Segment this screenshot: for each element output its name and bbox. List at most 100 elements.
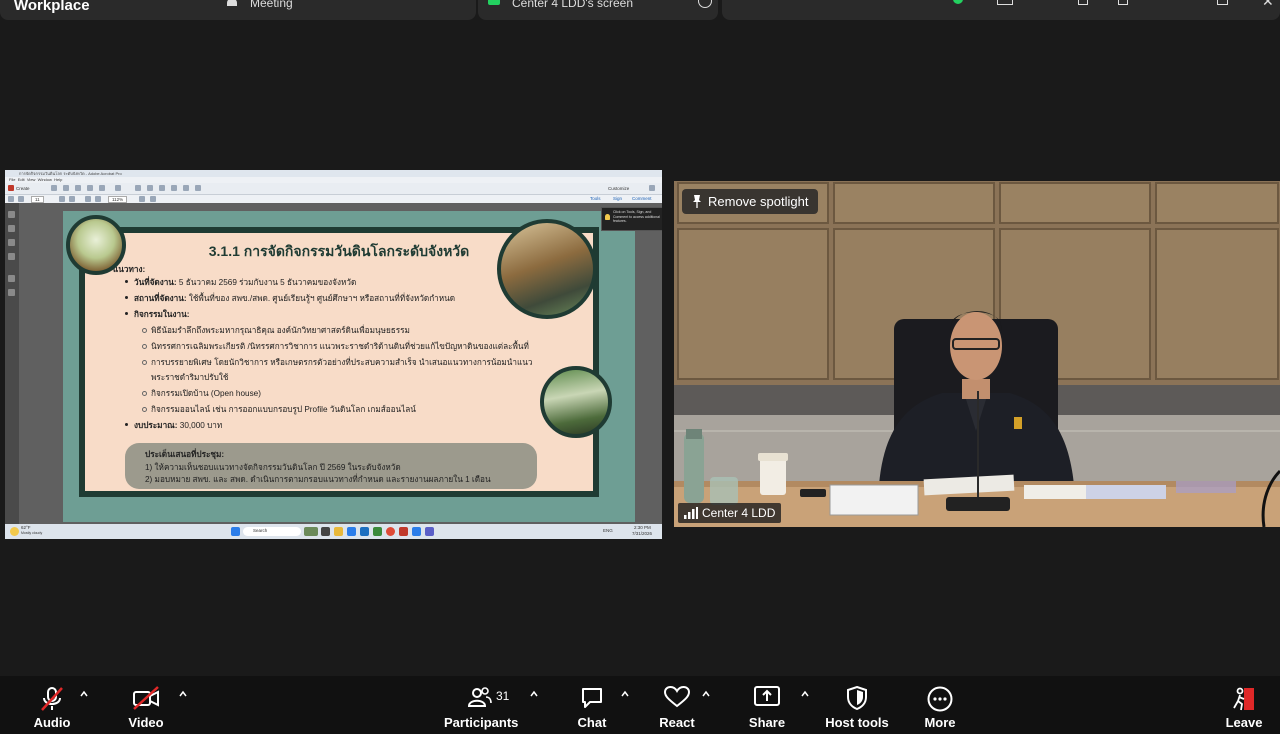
fit-page-icon[interactable] bbox=[139, 196, 145, 202]
customize-button[interactable]: Customize bbox=[608, 186, 629, 191]
weather-icon[interactable] bbox=[10, 527, 19, 536]
acrobat-tooltip: Click on Tools, Sign, and Comment to acc… bbox=[601, 207, 662, 231]
zoom-out-icon[interactable] bbox=[85, 196, 91, 202]
menu-help[interactable]: Help bbox=[54, 177, 62, 182]
pen-icon[interactable] bbox=[1078, 0, 1088, 5]
audio-options-chevron-up-icon[interactable] bbox=[80, 690, 88, 698]
file-explorer-icon[interactable] bbox=[334, 527, 343, 536]
language-indicator[interactable]: ENG bbox=[603, 528, 613, 533]
chat-options-chevron-up-icon[interactable] bbox=[621, 690, 629, 698]
remove-spotlight-label: Remove spotlight bbox=[708, 194, 809, 209]
weather-temp[interactable]: 62°F bbox=[21, 525, 31, 530]
proposal-item: 2) มอบหมาย สพข. และ สพด. ดำเนินการตามกรอ… bbox=[145, 475, 491, 484]
menu-edit[interactable]: Edit bbox=[18, 177, 25, 182]
more-options-icon bbox=[927, 686, 953, 712]
menu-view[interactable]: View bbox=[27, 177, 36, 182]
teams-icon[interactable] bbox=[425, 527, 434, 536]
zoom-in-icon[interactable] bbox=[95, 196, 101, 202]
share-options-chevron-up-icon[interactable] bbox=[801, 690, 809, 698]
signatures-icon[interactable] bbox=[8, 253, 15, 260]
more-button[interactable]: More bbox=[918, 676, 962, 734]
form-icon[interactable] bbox=[183, 185, 189, 191]
tab-tools[interactable]: Tools bbox=[590, 196, 601, 201]
close-icon[interactable]: ✕ bbox=[1262, 0, 1274, 10]
share-source-label[interactable]: Center 4 LDD's screen bbox=[512, 0, 633, 10]
acrobat-toolbar: Create Customize bbox=[5, 183, 662, 195]
remove-spotlight-button[interactable]: Remove spotlight bbox=[682, 189, 819, 214]
stamp-icon[interactable] bbox=[159, 185, 165, 191]
start-icon[interactable] bbox=[231, 527, 240, 536]
participants-button[interactable]: 31 Participants bbox=[444, 676, 518, 734]
participant-count: 31 bbox=[496, 689, 510, 703]
taskbar-search[interactable]: Search bbox=[243, 527, 301, 536]
page-number-field[interactable]: 11 bbox=[31, 196, 44, 203]
save-icon[interactable] bbox=[63, 185, 69, 191]
store-icon[interactable] bbox=[360, 527, 369, 536]
create-button[interactable]: Create bbox=[16, 186, 30, 191]
next-page-icon[interactable] bbox=[18, 196, 24, 202]
video-button[interactable]: Video bbox=[124, 676, 168, 734]
email-icon[interactable] bbox=[87, 185, 93, 191]
edge-icon[interactable] bbox=[347, 527, 356, 536]
audio-button[interactable]: Audio bbox=[30, 676, 74, 734]
participant-video-image bbox=[674, 181, 1280, 527]
app-brand: Workplace bbox=[14, 0, 90, 14]
create-icon[interactable] bbox=[8, 185, 14, 191]
share-label: Share bbox=[748, 715, 786, 730]
excel-icon[interactable] bbox=[373, 527, 382, 536]
settings-icon[interactable] bbox=[99, 185, 105, 191]
open-icon[interactable] bbox=[51, 185, 57, 191]
meeting-label[interactable]: Meeting bbox=[250, 0, 293, 10]
hand-tool-icon[interactable] bbox=[69, 196, 75, 202]
view-mode-icon[interactable] bbox=[997, 0, 1013, 5]
react-options-chevron-up-icon[interactable] bbox=[702, 690, 710, 698]
widgets-icon[interactable] bbox=[304, 527, 318, 536]
chrome-icon[interactable] bbox=[386, 527, 395, 536]
tags-icon[interactable] bbox=[8, 289, 15, 296]
participants-options-chevron-up-icon[interactable] bbox=[530, 690, 538, 698]
comment-icon[interactable] bbox=[135, 185, 141, 191]
layers-icon[interactable] bbox=[8, 275, 15, 282]
markup-icon[interactable] bbox=[115, 185, 121, 191]
sign-icon[interactable] bbox=[195, 185, 201, 191]
host-tools-button[interactable]: Host tools bbox=[822, 676, 892, 734]
bookmarks-icon[interactable] bbox=[8, 225, 15, 232]
chat-button[interactable]: Chat bbox=[570, 676, 614, 734]
activity-item: กิจกรรมออนไลน์ เช่น การออกแบบกรอบรูป Pro… bbox=[151, 405, 416, 414]
menu-file[interactable]: File bbox=[9, 177, 15, 182]
expand-icon[interactable] bbox=[649, 185, 655, 191]
clock-time[interactable]: 2:30 PM bbox=[634, 525, 651, 530]
zoom-field[interactable]: 112% bbox=[108, 196, 128, 203]
print-icon[interactable] bbox=[75, 185, 81, 191]
clock-date[interactable]: 7/31/2026 bbox=[632, 531, 652, 536]
highlight-icon[interactable] bbox=[147, 185, 153, 191]
attach-icon[interactable] bbox=[171, 185, 177, 191]
react-button[interactable]: React bbox=[655, 676, 699, 734]
task-view-icon[interactable] bbox=[321, 527, 330, 536]
leave-button[interactable]: Leave bbox=[1222, 676, 1266, 734]
tab-comment[interactable]: Comment bbox=[632, 196, 652, 201]
pin-icon bbox=[693, 195, 701, 208]
shared-screen[interactable]: การจัดกิจกรรมวันดินโลก ระดับจังหวัด - Ad… bbox=[5, 170, 662, 539]
leave-door-icon bbox=[1233, 687, 1254, 711]
prev-page-icon[interactable] bbox=[8, 196, 14, 202]
zoom-app-icon[interactable] bbox=[412, 527, 421, 536]
share-screen-icon bbox=[754, 686, 780, 706]
read-mode-icon[interactable] bbox=[150, 196, 156, 202]
thumbnails-icon[interactable] bbox=[8, 211, 15, 218]
venue-line: สถานที่จัดงาน: ใช้พื้นที่ของ สพข./สพด. ศ… bbox=[134, 292, 455, 305]
acrobat-icon[interactable] bbox=[399, 527, 408, 536]
participant-video-tile[interactable]: Remove spotlight Center 4 LDD bbox=[674, 181, 1280, 527]
bullet-icon bbox=[125, 280, 128, 283]
popout-icon[interactable] bbox=[1217, 0, 1228, 5]
select-tool-icon[interactable] bbox=[59, 196, 65, 202]
video-options-chevron-up-icon[interactable] bbox=[179, 690, 187, 698]
tab-sign[interactable]: Sign bbox=[613, 196, 622, 201]
document-area[interactable]: 3.1.1 การจัดกิจกรรมวันดินโลกระดับจังหวัด… bbox=[19, 203, 662, 524]
share-button[interactable]: Share bbox=[745, 676, 789, 734]
slide-page: 3.1.1 การจัดกิจกรรมวันดินโลกระดับจังหวัด… bbox=[63, 211, 635, 522]
attachments-icon[interactable] bbox=[8, 239, 15, 246]
minimize-icon[interactable] bbox=[1118, 0, 1128, 5]
menu-window[interactable]: Window bbox=[38, 177, 52, 182]
exhibition-photo-image bbox=[497, 219, 597, 319]
